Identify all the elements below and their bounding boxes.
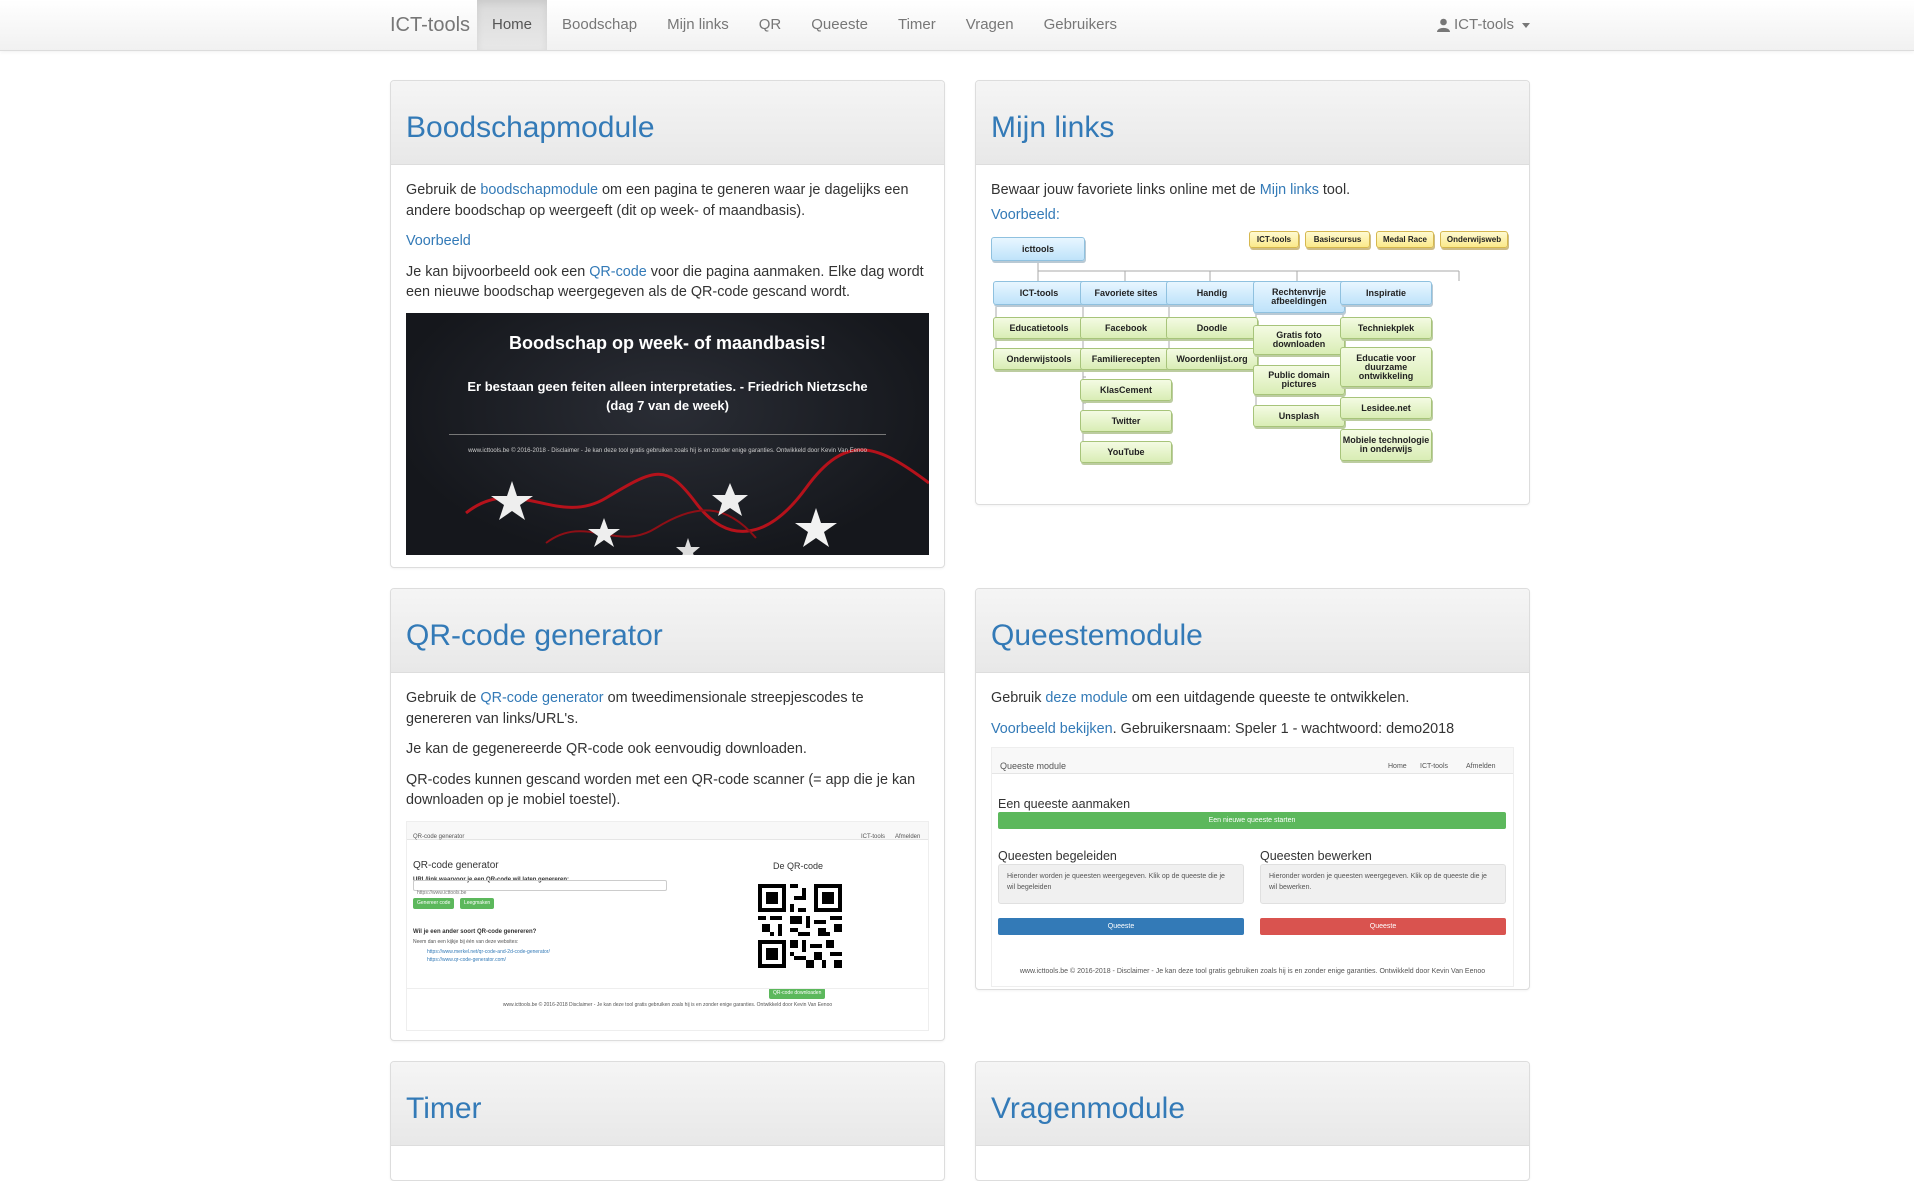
- mindmap-tag[interactable]: Basiscursus: [1305, 231, 1370, 248]
- user-icon: [1436, 18, 1450, 32]
- mindmap-link[interactable]: Mobiele technologie in onderwijs: [1340, 429, 1432, 461]
- caret-down-icon: [1522, 22, 1530, 28]
- mindmap-link[interactable]: Techniekplek: [1340, 317, 1432, 339]
- mindmap-category[interactable]: Rechtenvrije afbeeldingen: [1253, 281, 1345, 313]
- mijn-links-link[interactable]: Mijn links: [1260, 182, 1319, 198]
- qr-code-link[interactable]: QR-code: [589, 264, 647, 280]
- mindmap-link[interactable]: Twitter: [1080, 410, 1172, 432]
- panel-boodschap: Boodschapmodule Gebruik de boodschapmodu…: [390, 80, 945, 568]
- panel-title-mijn-links: Mijn links: [991, 111, 1115, 144]
- panel-timer: Timer: [390, 1061, 945, 1181]
- mindmap-category[interactable]: Handig: [1166, 281, 1258, 305]
- mindmap-link[interactable]: Lesidee.net: [1340, 397, 1432, 419]
- qr-intro: Gebruik de QR-code generator om tweedime…: [406, 690, 864, 727]
- mindmap-category[interactable]: Favoriete sites: [1080, 281, 1172, 305]
- panel-vragen: Vragenmodule: [975, 1061, 1530, 1181]
- qr-generator-link[interactable]: QR-code generator: [480, 690, 603, 706]
- qr-code-image: [758, 883, 842, 968]
- mindmap-tag[interactable]: ICT-tools: [1249, 231, 1299, 248]
- nav-timer[interactable]: Timer: [883, 0, 951, 50]
- user-name: ICT-tools: [1453, 16, 1514, 33]
- mindmap-link[interactable]: Doodle: [1166, 317, 1258, 339]
- top-navbar: ICT-tools Home Boodschap Mijn links QR Q…: [0, 0, 1914, 51]
- boodschap-qr-text: Je kan bijvoorbeeld ook een QR-code voor…: [406, 263, 924, 301]
- queeste-example-screenshot: Queeste module Home ICT-tools Afmelden E…: [991, 747, 1514, 987]
- queeste-example-link[interactable]: Voorbeeld bekijken: [991, 721, 1113, 737]
- image-heading: Boodschap op week- of maandbasis!: [508, 332, 827, 353]
- mindmap-link[interactable]: Public domain pictures: [1253, 365, 1345, 395]
- panel-queeste: Queestemodule Gebruik deze module om een…: [975, 588, 1530, 990]
- main-nav: Home Boodschap Mijn links QR Queeste Tim…: [477, 0, 1132, 50]
- links-intro: Bewaar jouw favoriete links online met d…: [991, 182, 1351, 198]
- mindmap-link[interactable]: Unsplash: [1253, 405, 1345, 427]
- queeste-module-link[interactable]: deze module: [1045, 690, 1127, 706]
- image-footer: www.icttools.be © 2016-2018 - Disclaimer…: [468, 447, 867, 454]
- panel-title-boodschap: Boodschapmodule: [406, 111, 655, 144]
- queeste-example: Voorbeeld bekijken. Gebruikersnaam: Spel…: [991, 720, 1455, 737]
- nav-gebruikers[interactable]: Gebruikers: [1029, 0, 1132, 50]
- boodschap-example-image: Boodschap op week- of maandbasis! Er bes…: [406, 312, 929, 555]
- qr-download-text: Je kan de gegenereerde QR-code ook eenvo…: [406, 741, 807, 757]
- user-dropdown[interactable]: ICT-tools: [1436, 0, 1530, 50]
- nav-boodschap[interactable]: Boodschap: [547, 0, 652, 50]
- panel-title-qr: QR-code generator: [406, 619, 663, 652]
- mindmap-link[interactable]: Gratis foto downloaden: [1253, 325, 1345, 355]
- nav-vragen[interactable]: Vragen: [951, 0, 1029, 50]
- mindmap-link[interactable]: Educatietools: [993, 317, 1085, 339]
- nav-mijn-links[interactable]: Mijn links: [652, 0, 744, 50]
- nav-queeste[interactable]: Queeste: [796, 0, 883, 50]
- image-quote: Er bestaan geen feiten alleen interpreta…: [467, 378, 868, 413]
- panel-title-queeste: Queestemodule: [991, 619, 1203, 652]
- mindmap-link[interactable]: YouTube: [1080, 441, 1172, 463]
- mindmap-category[interactable]: Inspiratie: [1340, 281, 1432, 305]
- panel-qr-generator: QR-code generator Gebruik de QR-code gen…: [390, 588, 945, 1041]
- mindmap-tag[interactable]: Onderwijsweb: [1440, 231, 1508, 248]
- links-example-link[interactable]: Voorbeeld:: [991, 207, 1060, 223]
- queeste-intro: Gebruik deze module om een uitdagende qu…: [991, 690, 1410, 706]
- mindmap-link[interactable]: KlasCement: [1080, 379, 1172, 401]
- mindmap-link[interactable]: Facebook: [1080, 317, 1172, 339]
- qr-example-screenshot: QR-code generator ICT-tools Afmelden QR-…: [406, 820, 929, 1031]
- nav-qr[interactable]: QR: [744, 0, 797, 50]
- mindmap-root[interactable]: icttools: [991, 237, 1085, 261]
- mindmap-tag[interactable]: Medal Race: [1376, 231, 1434, 248]
- mindmap-link[interactable]: Onderwijstools: [993, 348, 1085, 370]
- boodschap-intro: Gebruik de boodschapmodule om een pagina…: [406, 182, 909, 219]
- mindmap-link[interactable]: Woordenlijst.org: [1166, 348, 1258, 370]
- brand-link[interactable]: ICT-tools: [390, 0, 470, 50]
- panel-title-timer: Timer: [406, 1092, 482, 1125]
- boodschapmodule-link[interactable]: boodschapmodule: [480, 182, 598, 198]
- qr-scanner-text: QR-codes kunnen gescand worden met een Q…: [406, 771, 916, 809]
- nav-home[interactable]: Home: [477, 0, 548, 50]
- panel-title-vragen: Vragenmodule: [991, 1092, 1186, 1125]
- boodschap-example-link[interactable]: Voorbeeld: [406, 233, 471, 249]
- panel-mijn-links: Mijn links Bewaar jouw favoriete links o…: [975, 80, 1530, 505]
- mindmap-link[interactable]: Educatie voor duurzame ontwikkeling: [1340, 347, 1432, 387]
- links-mindmap: icttools ICT-tools Basiscursus Medal Rac…: [991, 231, 1514, 483]
- mindmap-link[interactable]: Familierecepten: [1080, 348, 1172, 370]
- mindmap-category[interactable]: ICT-tools: [993, 281, 1085, 305]
